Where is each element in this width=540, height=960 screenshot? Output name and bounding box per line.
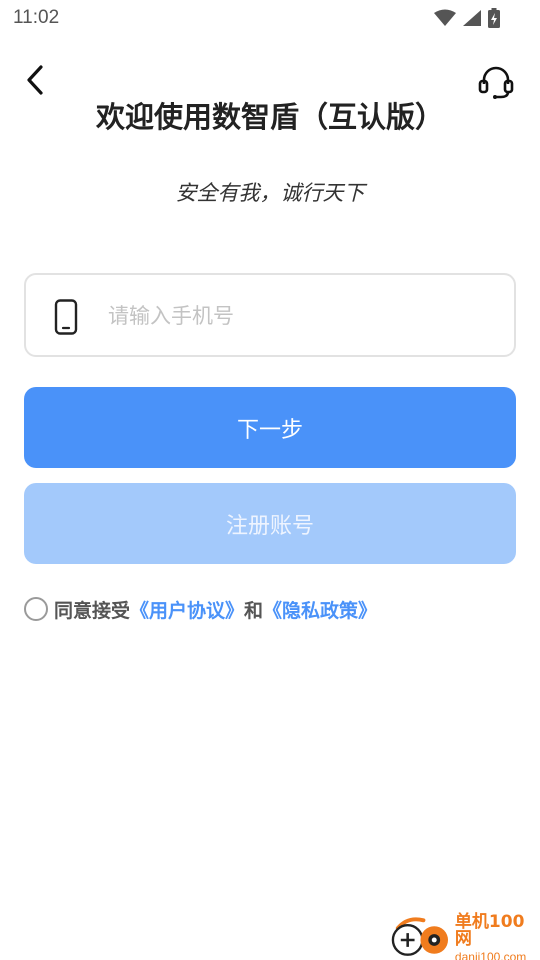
watermark-name: 单机100网 — [454, 911, 525, 949]
agreement-and: 和 — [244, 599, 264, 622]
agreement-row: 同意接受 《用户协议》 和 《隐私政策》 — [24, 595, 377, 623]
chevron-left-icon — [27, 65, 43, 95]
mobile-phone-icon — [54, 299, 78, 335]
status-icons — [434, 8, 500, 28]
wifi-icon — [434, 9, 456, 26]
status-time: 11:02 — [13, 7, 60, 28]
danji100-logo-icon — [391, 917, 449, 956]
watermark-text: 单机100网 danji100.com — [454, 911, 540, 960]
watermark: 单机100网 danji100.com — [388, 911, 540, 960]
user-agreement-link[interactable]: 《用户协议》 — [130, 596, 244, 623]
next-step-button[interactable]: 下一步 — [24, 387, 516, 468]
agree-checkbox[interactable] — [24, 597, 48, 621]
phone-field[interactable] — [24, 273, 516, 357]
slogan: 安全有我，诚行天下 — [175, 181, 365, 205]
privacy-policy-link[interactable]: 《隐私政策》 — [263, 596, 377, 623]
agreement-prefix: 同意接受 — [54, 599, 131, 622]
register-button[interactable]: 注册账号 — [24, 483, 516, 564]
battery-charging-icon — [488, 8, 500, 28]
status-bar: 11:02 — [0, 0, 540, 36]
signal-icon — [463, 10, 481, 26]
watermark-url: danji100.com — [454, 949, 527, 960]
back-button[interactable] — [18, 62, 52, 98]
phone-input[interactable] — [108, 291, 498, 341]
page-title: 欢迎使用数智盾（互认版） — [95, 100, 444, 134]
